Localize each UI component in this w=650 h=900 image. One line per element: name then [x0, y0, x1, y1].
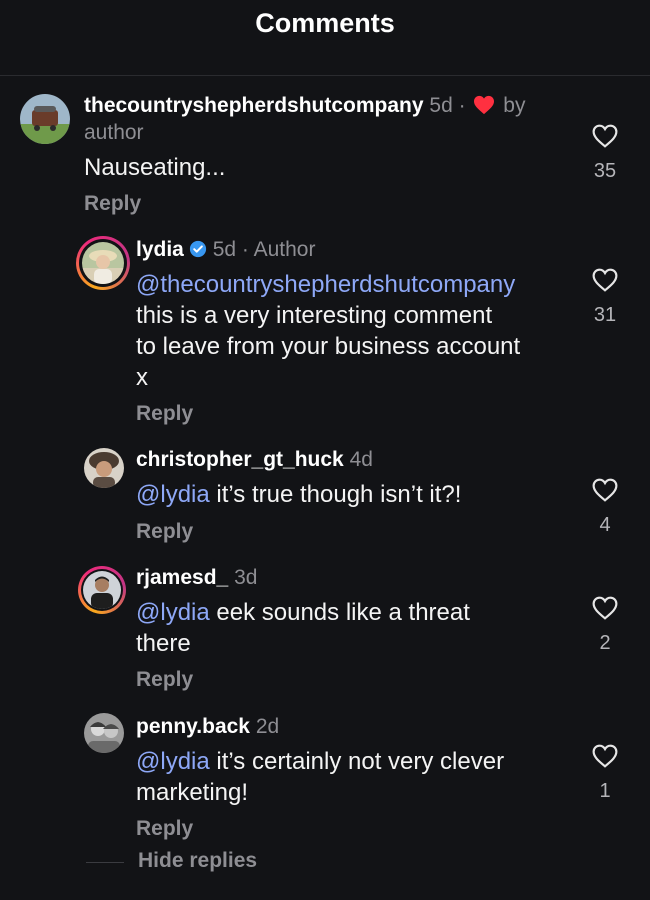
mention-link[interactable]: @lydia	[136, 481, 210, 508]
like-control: 35	[585, 124, 625, 183]
comment-text: Nauseating...	[84, 154, 226, 181]
comment-line: it’s certainly not very clever	[209, 748, 505, 775]
like-count: 2	[599, 632, 611, 654]
timestamp: 5d	[212, 238, 237, 261]
hide-replies-button[interactable]: Hide replies	[138, 849, 257, 873]
separator: ·	[458, 94, 466, 117]
username[interactable]: lydia	[136, 238, 184, 261]
avatar	[83, 571, 121, 609]
username[interactable]: rjamesd_	[136, 566, 228, 589]
reply-button[interactable]: Reply	[136, 668, 193, 692]
heart-icon[interactable]	[592, 744, 618, 768]
by-label: by	[503, 94, 526, 117]
mention-link[interactable]: @lydia	[136, 599, 210, 626]
comments-header: Comments	[0, 0, 650, 76]
heart-icon[interactable]	[592, 124, 618, 148]
liked-by-author-heart-icon	[473, 95, 495, 123]
like-control: 31	[585, 268, 625, 327]
avatar[interactable]	[84, 448, 124, 488]
story-ring[interactable]	[78, 566, 126, 614]
avatar	[82, 242, 124, 284]
separator: ·	[241, 238, 249, 261]
like-control: 2	[585, 596, 625, 655]
username[interactable]: thecountryshepherdshutcompany	[84, 94, 424, 117]
like-count: 31	[593, 304, 617, 326]
like-count: 4	[599, 514, 611, 536]
like-count: 35	[593, 160, 617, 182]
avatar-image	[82, 242, 124, 284]
comment-line: eek sounds like a threat	[209, 599, 470, 626]
username[interactable]: christopher_gt_huck	[136, 448, 344, 471]
mention-link[interactable]: @thecountryshepherdshutcompany	[136, 271, 515, 298]
page-title: Comments	[255, 8, 395, 38]
comment-line: this is a very interesting comment	[136, 302, 493, 329]
avatar[interactable]	[20, 94, 70, 144]
comment-line: to leave from your business account	[136, 333, 521, 360]
author-label: author	[84, 121, 144, 144]
avatar-image	[84, 713, 124, 753]
comment-line: it’s true though isn’t it?!	[209, 481, 462, 508]
hide-replies-divider	[86, 862, 124, 863]
like-control: 4	[585, 478, 625, 537]
reply-button[interactable]: Reply	[136, 817, 193, 841]
timestamp: 2d	[255, 715, 280, 738]
story-ring[interactable]	[76, 236, 130, 290]
avatar-image	[20, 94, 70, 144]
comment-line: there	[136, 630, 191, 657]
comment-line: x	[136, 364, 148, 391]
avatar[interactable]	[84, 713, 124, 753]
comment-text: @thecountryshepherdshutcompany this is a…	[136, 269, 520, 393]
username[interactable]: penny.back	[136, 715, 250, 738]
comment-text: @lydia it’s certainly not very clever ma…	[136, 746, 504, 808]
like-control: 1	[585, 744, 625, 803]
comment-line: marketing!	[136, 779, 249, 806]
comment-text: @lydia it’s true though isn’t it?!	[136, 479, 461, 510]
heart-icon[interactable]	[592, 268, 618, 292]
like-count: 1	[599, 780, 611, 802]
verified-badge-icon	[189, 238, 207, 266]
heart-icon[interactable]	[592, 596, 618, 620]
mention-link[interactable]: @lydia	[136, 748, 210, 775]
avatar-image	[83, 571, 121, 609]
reply-button[interactable]: Reply	[84, 192, 141, 216]
timestamp: 4d	[349, 448, 373, 471]
reply-button[interactable]: Reply	[136, 520, 193, 544]
author-role-label: Author	[253, 238, 316, 261]
avatar-image	[84, 448, 124, 488]
timestamp: 5d	[429, 94, 453, 117]
heart-icon[interactable]	[592, 478, 618, 502]
reply-button[interactable]: Reply	[136, 402, 193, 426]
timestamp: 3d	[234, 566, 258, 589]
comment-text: @lydia eek sounds like a threat there	[136, 597, 470, 659]
